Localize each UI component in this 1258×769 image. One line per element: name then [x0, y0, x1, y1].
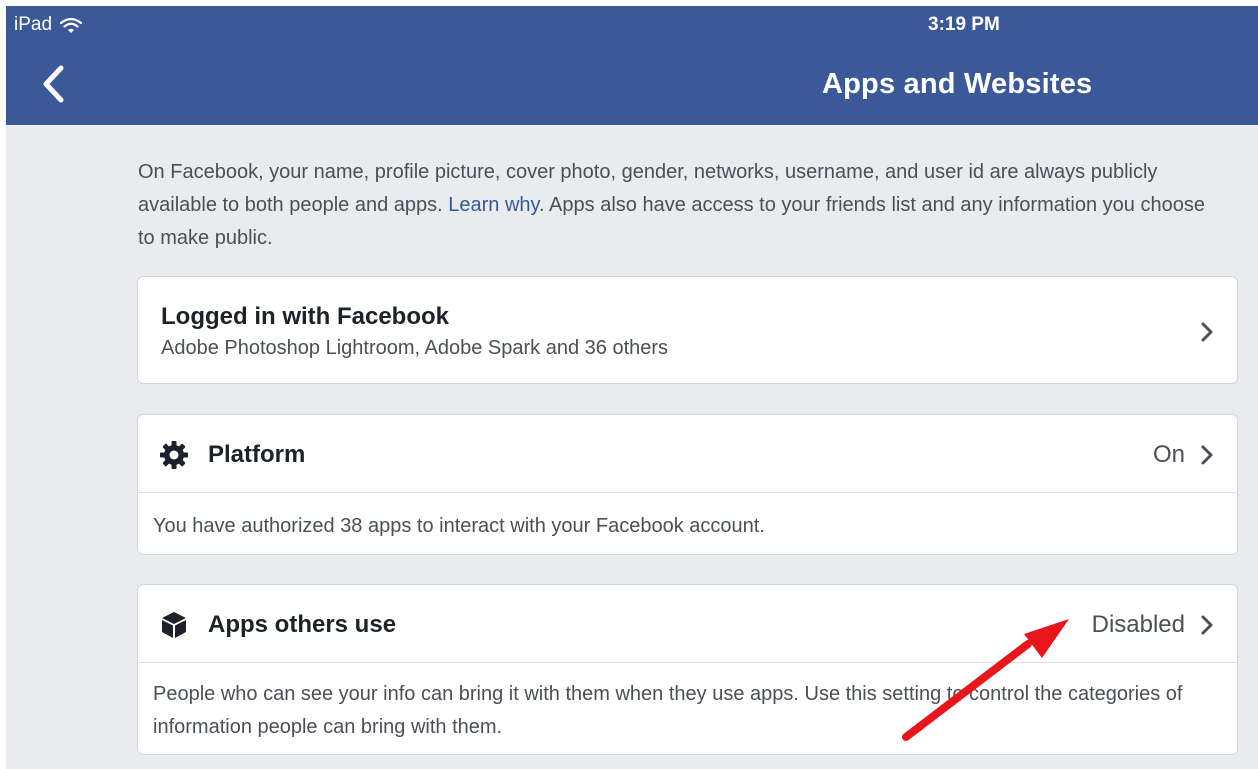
logged-in-title: Logged in with Facebook — [161, 303, 449, 330]
navigation-bar: iPad 3:19 PM Apps and Websites — [6, 6, 1258, 125]
platform-title: Platform — [208, 441, 306, 468]
platform-status: On — [1152, 441, 1185, 468]
logged-in-apps-summary: Adobe Photoshop Lightroom, Adobe Spark a… — [161, 337, 669, 359]
page-title: Apps and Websites — [822, 68, 1093, 100]
logged-in-with-facebook-row[interactable]: Logged in with Facebook Adobe Photoshop … — [137, 276, 1238, 384]
chevron-right-icon — [1201, 445, 1213, 465]
intro-text: On Facebook, your name, profile picture,… — [138, 156, 1218, 255]
cube-icon — [162, 612, 186, 638]
status-time: 3:19 PM — [928, 14, 1000, 35]
chevron-left-icon — [43, 65, 64, 103]
chevron-right-icon — [1201, 322, 1213, 342]
app-screen: iPad 3:19 PM Apps and Websites On Facebo… — [6, 6, 1258, 769]
apps-others-use-row[interactable]: Apps others use Disabled — [138, 585, 1237, 663]
apps-others-use-card: Apps others use Disabled People who can … — [137, 584, 1238, 755]
status-bar-left: iPad — [14, 14, 83, 36]
chevron-right-icon — [1201, 615, 1213, 635]
device-label: iPad — [14, 14, 53, 35]
platform-description: You have authorized 38 apps to interact … — [153, 515, 765, 537]
platform-card: Platform On You have authorized 38 apps … — [137, 414, 1238, 555]
back-button[interactable] — [36, 62, 72, 106]
wifi-icon — [60, 17, 83, 33]
apps-others-use-status: Disabled — [1091, 611, 1185, 638]
platform-row[interactable]: Platform On — [138, 415, 1237, 493]
apps-others-use-description: People who can see your info can bring i… — [153, 683, 1183, 738]
gear-icon — [160, 441, 188, 469]
apps-others-use-title: Apps others use — [208, 611, 397, 638]
learn-why-link[interactable]: Learn why — [448, 194, 539, 216]
